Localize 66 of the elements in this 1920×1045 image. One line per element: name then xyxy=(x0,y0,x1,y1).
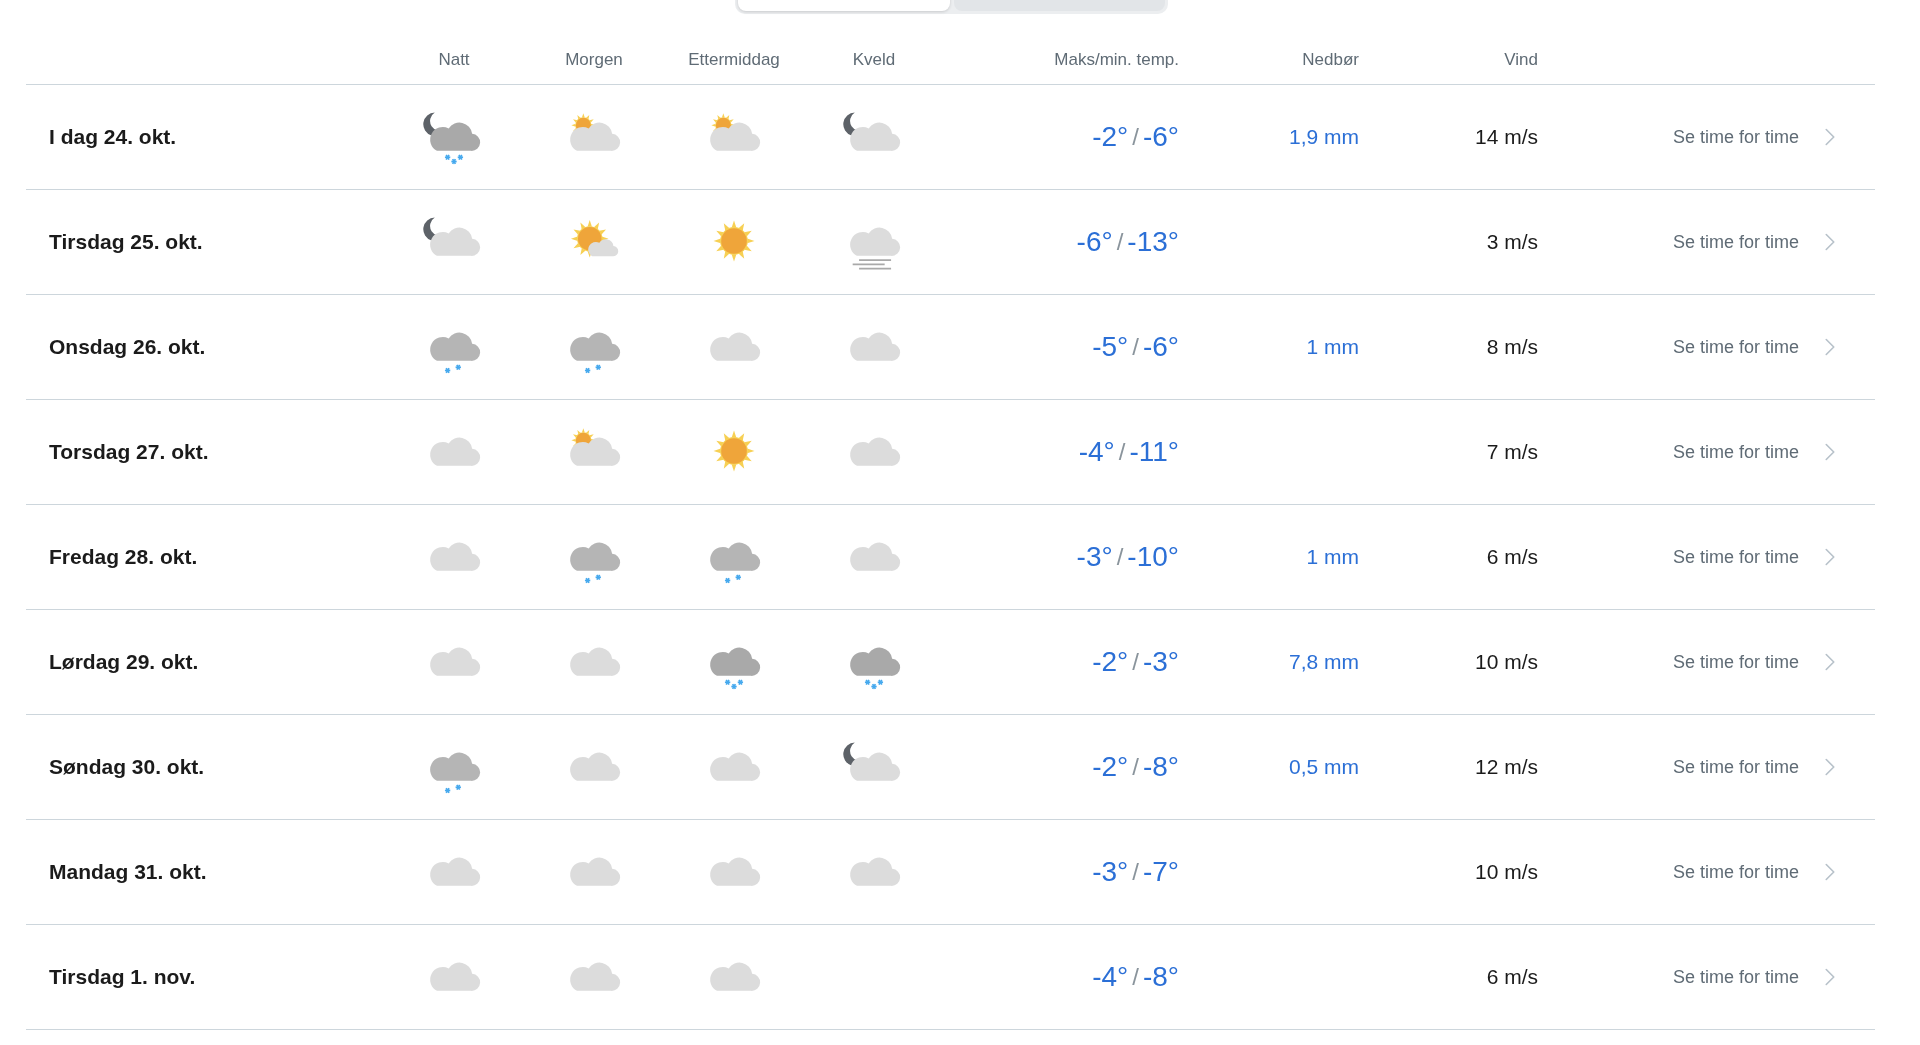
min-temperature: -8° xyxy=(1142,961,1179,993)
max-temperature: -2° xyxy=(1092,751,1129,783)
wind-speed: 12 m/s xyxy=(1474,755,1538,779)
slash-separator: / xyxy=(1132,858,1139,886)
day-date: Søndag 30. okt. xyxy=(48,755,205,779)
wind-speed: 10 m/s xyxy=(1474,860,1538,884)
slash-separator: / xyxy=(1132,963,1139,991)
min-temperature: -8° xyxy=(1142,751,1179,783)
wind-speed: 14 m/s xyxy=(1474,125,1538,149)
wind-speed: 6 m/s xyxy=(1486,545,1538,569)
precipitation: 1 mm xyxy=(1306,545,1359,569)
column-header: Ettermiddag xyxy=(688,50,780,70)
hourly-link[interactable]: Se time for time xyxy=(1672,962,1845,992)
wind-speed: 6 m/s xyxy=(1486,965,1538,989)
hourly-link[interactable]: Se time for time xyxy=(1672,647,1845,677)
min-temperature: -11° xyxy=(1129,436,1179,468)
day-date: I dag 24. okt. xyxy=(48,125,177,149)
max-temperature: -4° xyxy=(1078,436,1115,468)
day-date: Torsdag 27. okt. xyxy=(48,440,209,464)
max-temperature: -2° xyxy=(1092,121,1129,153)
day-date: Lørdag 29. okt. xyxy=(48,650,199,674)
column-header: Kveld xyxy=(852,50,896,70)
min-temperature: -3° xyxy=(1142,646,1179,678)
max-temperature: -5° xyxy=(1092,331,1129,363)
precipitation: 1 mm xyxy=(1306,335,1359,359)
hourly-link[interactable]: Se time for time xyxy=(1672,437,1845,467)
day-date: Fredag 28. okt. xyxy=(48,545,198,569)
wind-speed: 8 m/s xyxy=(1486,335,1538,359)
min-temperature: -13° xyxy=(1127,226,1179,258)
column-header: Vind xyxy=(1504,50,1538,70)
precipitation: 1,9 mm xyxy=(1289,125,1359,149)
hourly-link[interactable]: Se time for time xyxy=(1672,332,1845,362)
wind-speed: 7 m/s xyxy=(1486,440,1538,464)
hourly-link[interactable]: Se time for time xyxy=(1672,542,1845,572)
day-date: Onsdag 26. okt. xyxy=(48,335,206,359)
min-temperature: -6° xyxy=(1142,331,1179,363)
slash-separator: / xyxy=(1132,333,1139,361)
hourly-link[interactable]: Se time for time xyxy=(1672,122,1845,152)
slash-separator: / xyxy=(1132,123,1139,151)
day-date: Tirsdag 1. nov. xyxy=(48,965,196,989)
slash-separator: / xyxy=(1132,648,1139,676)
slash-separator: / xyxy=(1116,543,1124,571)
max-temperature: -3° xyxy=(1092,856,1129,888)
wind-speed: 10 m/s xyxy=(1474,650,1538,674)
hourly-link[interactable]: Se time for time xyxy=(1672,227,1845,257)
precipitation: 0,5 mm xyxy=(1289,755,1359,779)
max-temperature: -6° xyxy=(1076,226,1113,258)
max-temperature: -2° xyxy=(1092,646,1129,678)
precipitation: 7,8 mm xyxy=(1289,650,1359,674)
max-temperature: -3° xyxy=(1076,541,1113,573)
column-header: Natt xyxy=(438,50,470,70)
min-temperature: -10° xyxy=(1127,541,1179,573)
hourly-link[interactable]: Se time for time xyxy=(1672,752,1845,782)
day-date: Tirsdag 25. okt. xyxy=(48,230,203,254)
hourly-link[interactable]: Se time for time xyxy=(1672,857,1845,887)
column-header: Morgen xyxy=(565,50,623,70)
min-temperature: -7° xyxy=(1142,856,1179,888)
slash-separator: / xyxy=(1116,228,1124,256)
column-header: Maks/min. temp. xyxy=(1054,50,1179,70)
wind-speed: 3 m/s xyxy=(1486,230,1538,254)
max-temperature: -4° xyxy=(1092,961,1129,993)
slash-separator: / xyxy=(1118,438,1126,466)
day-date: Mandag 31. okt. xyxy=(48,860,207,884)
slash-separator: / xyxy=(1132,753,1139,781)
column-header: Nedbør xyxy=(1302,50,1359,70)
min-temperature: -6° xyxy=(1142,121,1179,153)
